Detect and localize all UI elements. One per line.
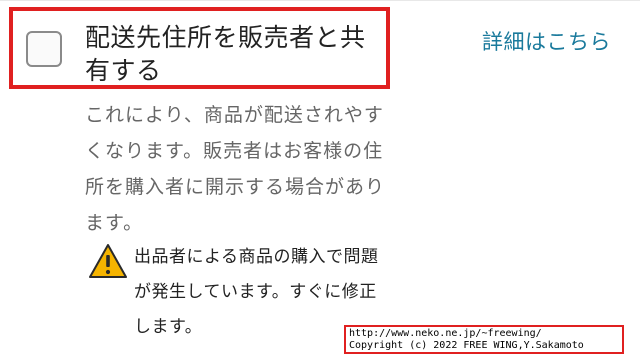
warning-triangle-icon [89,244,127,278]
share-address-description: これにより、商品が配送されやすくなります。販売者はお客様の住所を購入者に開示する… [85,104,386,234]
copyright-credit: http://www.neko.ne.jp/~freewing/ Copyrig… [344,325,624,354]
details-link[interactable]: 詳細はこちら [482,27,622,57]
credit-url: http://www.neko.ne.jp/~freewing/ [349,328,542,339]
share-address-label[interactable]: 配送先住所を販売者と共有する [85,21,385,87]
credit-copyright: Copyright (c) 2022 FREE WING,Y.Sakamoto [349,340,584,351]
top-divider [0,0,640,1]
share-address-checkbox[interactable] [26,31,62,67]
